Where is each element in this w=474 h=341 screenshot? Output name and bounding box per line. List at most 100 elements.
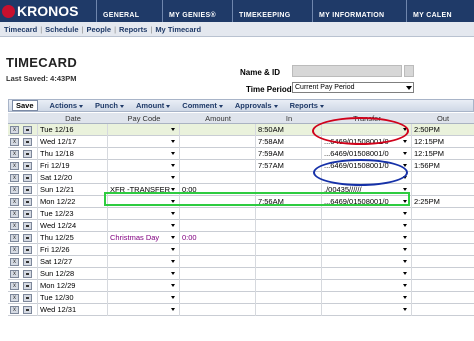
amount-cell[interactable] — [182, 220, 254, 232]
chevron-down-icon[interactable] — [171, 128, 175, 131]
amount-cell[interactable] — [182, 148, 254, 160]
actions-menu[interactable]: Actions — [50, 101, 84, 110]
amount-cell[interactable] — [182, 172, 254, 184]
pay-code-cell[interactable] — [110, 124, 170, 136]
details-icon[interactable] — [23, 150, 32, 158]
in-punch-cell[interactable] — [258, 256, 320, 268]
amount-cell[interactable] — [182, 124, 254, 136]
x-icon[interactable]: x — [10, 222, 19, 230]
amount-cell[interactable] — [182, 304, 254, 316]
chevron-down-icon[interactable] — [171, 296, 175, 299]
chevron-down-icon[interactable] — [403, 224, 407, 227]
in-punch-cell[interactable] — [258, 280, 320, 292]
amount-cell[interactable] — [182, 160, 254, 172]
details-icon[interactable] — [23, 138, 32, 146]
chevron-down-icon[interactable] — [403, 284, 407, 287]
chevron-down-icon[interactable] — [403, 152, 407, 155]
x-icon[interactable]: x — [10, 234, 19, 242]
amount-cell[interactable] — [182, 280, 254, 292]
details-icon[interactable] — [23, 294, 32, 302]
subnav-timecard[interactable]: Timecard — [4, 25, 37, 34]
transfer-cell[interactable] — [324, 208, 404, 220]
out-punch-cell[interactable] — [414, 220, 472, 232]
transfer-cell[interactable] — [324, 268, 404, 280]
name-id-field[interactable] — [292, 65, 402, 77]
transfer-cell[interactable] — [324, 292, 404, 304]
amount-menu[interactable]: Amount — [136, 101, 171, 110]
pay-code-cell[interactable] — [110, 268, 170, 280]
out-punch-cell[interactable] — [414, 208, 472, 220]
chevron-down-icon[interactable] — [171, 164, 175, 167]
chevron-down-icon[interactable] — [171, 284, 175, 287]
save-button[interactable]: Save — [12, 100, 38, 111]
col-header-out[interactable]: Out — [412, 113, 474, 124]
details-icon[interactable] — [23, 246, 32, 254]
details-icon[interactable] — [23, 186, 32, 194]
chevron-down-icon[interactable] — [171, 176, 175, 179]
out-punch-cell[interactable] — [414, 304, 472, 316]
pay-code-cell[interactable] — [110, 280, 170, 292]
col-header-amount[interactable]: Amount — [180, 113, 256, 124]
transfer-cell[interactable] — [324, 244, 404, 256]
in-punch-cell[interactable] — [258, 244, 320, 256]
chevron-down-icon[interactable] — [403, 188, 407, 191]
reports-menu[interactable]: Reports — [290, 101, 324, 110]
amount-cell[interactable] — [182, 268, 254, 280]
x-icon[interactable]: x — [10, 306, 19, 314]
punch-menu[interactable]: Punch — [95, 101, 124, 110]
x-icon[interactable]: x — [10, 150, 19, 158]
transfer-cell[interactable] — [324, 280, 404, 292]
x-icon[interactable]: x — [10, 258, 19, 266]
pay-code-cell[interactable] — [110, 208, 170, 220]
pay-code-cell[interactable] — [110, 136, 170, 148]
chevron-down-icon[interactable] — [171, 248, 175, 251]
col-header-date[interactable]: Date — [38, 113, 108, 124]
chevron-down-icon[interactable] — [171, 272, 175, 275]
out-punch-cell[interactable] — [414, 232, 472, 244]
in-punch-cell[interactable]: 8:50AM — [258, 124, 320, 136]
out-punch-cell[interactable]: 12:15PM — [414, 148, 472, 160]
chevron-down-icon[interactable] — [171, 224, 175, 227]
in-punch-cell[interactable] — [258, 232, 320, 244]
chevron-down-icon[interactable] — [171, 212, 175, 215]
out-punch-cell[interactable]: 2:25PM — [414, 196, 472, 208]
amount-cell[interactable]: 0:00 — [182, 232, 254, 244]
in-punch-cell[interactable] — [258, 292, 320, 304]
pay-code-cell[interactable] — [110, 244, 170, 256]
out-punch-cell[interactable] — [414, 184, 472, 196]
chevron-down-icon[interactable] — [403, 248, 407, 251]
subnav-my-timecard[interactable]: My Timecard — [155, 25, 201, 34]
pay-code-cell[interactable] — [110, 160, 170, 172]
details-icon[interactable] — [23, 126, 32, 134]
approvals-menu[interactable]: Approvals — [235, 101, 278, 110]
pay-code-cell[interactable] — [110, 256, 170, 268]
chevron-down-icon[interactable] — [403, 140, 407, 143]
chevron-down-icon[interactable] — [403, 212, 407, 215]
chevron-down-icon[interactable] — [171, 188, 175, 191]
chevron-down-icon[interactable] — [403, 272, 407, 275]
chevron-down-icon[interactable] — [171, 260, 175, 263]
pay-code-cell[interactable] — [110, 304, 170, 316]
out-punch-cell[interactable] — [414, 172, 472, 184]
chevron-down-icon[interactable] — [171, 152, 175, 155]
details-icon[interactable] — [23, 210, 32, 218]
nav-tab-my-information[interactable]: MY INFORMATION — [312, 0, 406, 22]
details-icon[interactable] — [23, 174, 32, 182]
pay-code-cell[interactable] — [110, 292, 170, 304]
details-icon[interactable] — [23, 258, 32, 266]
subnav-reports[interactable]: Reports — [119, 25, 147, 34]
x-icon[interactable]: x — [10, 162, 19, 170]
nav-tab-timekeeping[interactable]: TIMEKEEPING — [232, 0, 312, 22]
x-icon[interactable]: x — [10, 186, 19, 194]
out-punch-cell[interactable]: 1:56PM — [414, 160, 472, 172]
x-icon[interactable]: x — [10, 246, 19, 254]
in-punch-cell[interactable] — [258, 220, 320, 232]
in-punch-cell[interactable] — [258, 172, 320, 184]
in-punch-cell[interactable] — [258, 208, 320, 220]
name-id-lookup-button[interactable] — [404, 65, 414, 77]
nav-tab-my-genies[interactable]: MY GENIES® — [162, 0, 232, 22]
details-icon[interactable] — [23, 282, 32, 290]
pay-code-cell[interactable] — [110, 148, 170, 160]
out-punch-cell[interactable]: 2:50PM — [414, 124, 472, 136]
amount-cell[interactable] — [182, 244, 254, 256]
